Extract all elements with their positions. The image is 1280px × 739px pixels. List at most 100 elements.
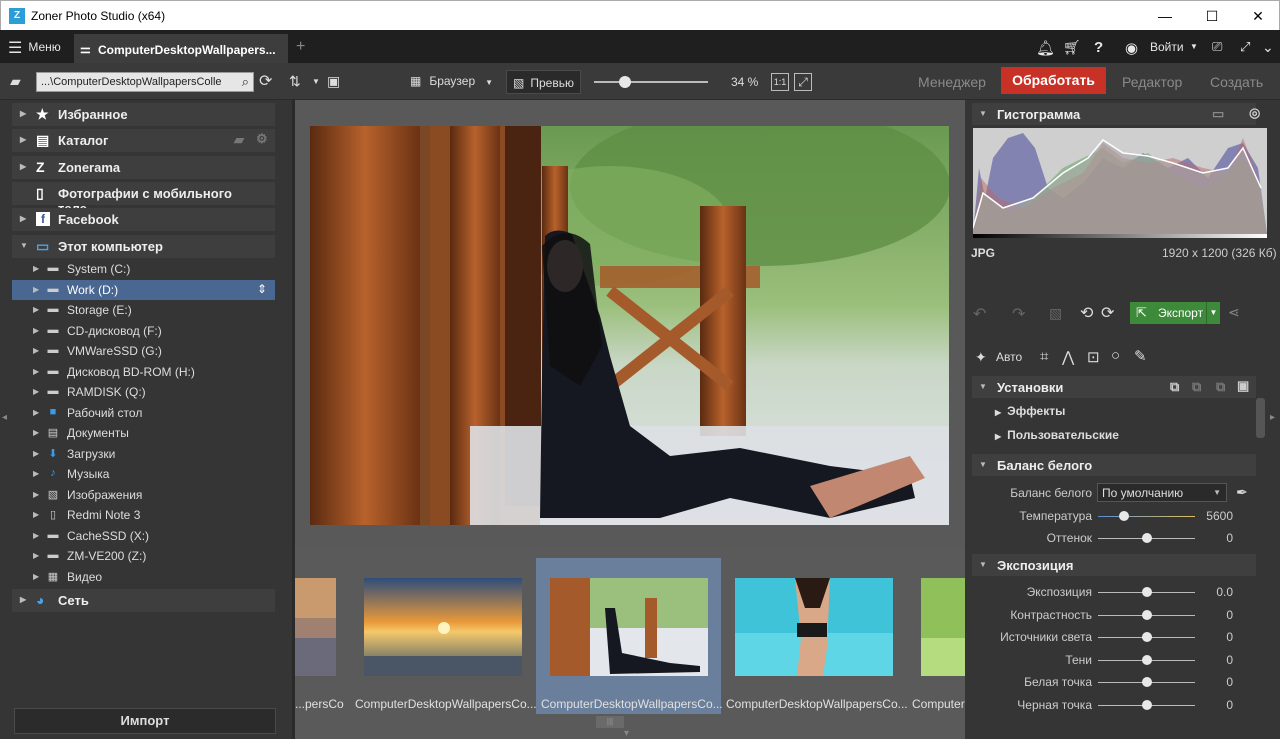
nav-facebook[interactable]: ▶ f Facebook xyxy=(12,208,275,231)
mode-manager[interactable]: Менеджер xyxy=(918,74,986,90)
main-photo[interactable] xyxy=(310,126,949,525)
expand-arrow-icon[interactable]: ▶ xyxy=(33,326,39,335)
compare-icon[interactable]: ▧ xyxy=(1049,305,1062,322)
collapse-arrow-icon[interactable]: ▼ xyxy=(979,560,987,569)
thumbnail-3-selected[interactable] xyxy=(550,578,708,676)
mode-process[interactable]: Обработать xyxy=(1001,67,1106,94)
perspective-icon[interactable]: ⋀ xyxy=(1062,348,1074,366)
thumbnail-1[interactable] xyxy=(295,578,336,676)
fit-screen-button[interactable]: ⤢ xyxy=(794,73,812,91)
path-input[interactable]: ...\ComputerDesktopWallpapersColle ⌕ xyxy=(36,72,254,92)
expand-arrow-icon[interactable]: ▶ xyxy=(33,285,39,294)
drive-item[interactable]: ▶ ▬ Дисковод BD-ROM (H:) xyxy=(12,362,275,382)
nav-catalog[interactable]: ▶ ▤ Каталог ▰ ⚙ xyxy=(12,129,275,152)
collapse-arrow-icon[interactable]: ▼ xyxy=(979,109,987,118)
magic-wand-icon[interactable]: ✦ xyxy=(975,349,987,366)
fullscreen-icon[interactable]: ⤢ xyxy=(1240,39,1250,55)
save-icon[interactable]: ▣ xyxy=(1237,378,1249,394)
circle-icon[interactable]: ○ xyxy=(1111,347,1120,364)
drive-item[interactable]: ▶ ▬ RAMDISK (Q:) xyxy=(12,382,275,402)
rotate-right-icon[interactable]: ⟳ xyxy=(1101,303,1114,323)
auto-button[interactable]: Авто xyxy=(996,350,1022,364)
maximize-button[interactable]: ☐ xyxy=(1189,1,1235,31)
zoom-slider-handle[interactable] xyxy=(618,76,631,88)
share-icon[interactable]: ⋖ xyxy=(1228,304,1240,321)
slider-handle[interactable] xyxy=(1141,587,1152,597)
drive-item[interactable]: ▶ ▯ Redmi Note 3 xyxy=(12,505,275,525)
import-button[interactable]: Импорт xyxy=(14,708,276,734)
export-button[interactable]: ⇱ Экспорт ▼ xyxy=(1130,302,1220,324)
minimize-button[interactable]: — xyxy=(1142,1,1188,31)
presets-custom[interactable]: ▶ Пользовательские xyxy=(995,428,1119,442)
slider-handle[interactable] xyxy=(1141,632,1152,642)
mode-create[interactable]: Создать xyxy=(1210,74,1263,90)
drive-item[interactable]: ▶ ▧ Изображения xyxy=(12,485,275,505)
search-icon[interactable]: ⌕ xyxy=(242,74,249,90)
collapse-arrow-icon[interactable]: ▼ xyxy=(979,460,987,469)
user-icon[interactable]: ◉ xyxy=(1125,39,1138,57)
zoom-slider[interactable] xyxy=(594,81,708,83)
expand-arrow-icon[interactable]: ▶ xyxy=(33,469,39,478)
redo-icon[interactable]: ↷ xyxy=(1012,304,1025,324)
expand-arrow-icon[interactable]: ▶ xyxy=(33,346,39,355)
drive-item[interactable]: ▶ ▬ VMWareSSD (G:) xyxy=(12,341,275,361)
expand-arrow-icon[interactable]: ▶ xyxy=(33,264,39,273)
collapse-right-icon[interactable]: ▸ xyxy=(1270,412,1275,423)
white-balance-header[interactable]: ▼ Баланс белого xyxy=(972,454,1256,476)
paste-icon[interactable]: ⧉ xyxy=(1192,379,1201,395)
expand-arrow-icon[interactable]: ▶ xyxy=(33,408,39,417)
presets-effects[interactable]: ▶ Эффекты xyxy=(995,404,1065,418)
white-balance-select[interactable]: По умолчанию ▼ xyxy=(1097,483,1227,502)
expand-arrow-icon[interactable]: ▶ xyxy=(33,387,39,396)
rotate-left-icon[interactable]: ⟲ xyxy=(1080,303,1093,323)
add-tab-button[interactable]: + xyxy=(296,38,305,56)
reorder-icon[interactable]: ⇕ xyxy=(257,282,267,296)
collapse-left-icon[interactable]: ◂ xyxy=(2,412,7,423)
drive-item[interactable]: ▶ ▬ System (C:) xyxy=(12,259,275,279)
nav-this-computer[interactable]: ▼ ▭ Этот компьютер xyxy=(12,235,275,258)
slider-handle[interactable] xyxy=(1141,654,1152,665)
panel-scrollbar[interactable] xyxy=(1256,398,1265,438)
drive-item[interactable]: ▶ ♪ Музыка xyxy=(12,464,275,484)
drive-item[interactable]: ▶ ▬ CacheSSD (X:) xyxy=(12,526,275,546)
login-button[interactable]: Войти xyxy=(1150,40,1184,54)
actual-size-button[interactable]: 1:1 xyxy=(771,73,789,91)
eyedropper-icon[interactable]: ✒ xyxy=(1236,484,1248,501)
tab-document[interactable]: ⚌ ComputerDesktopWallpapers... xyxy=(74,34,288,63)
new-folder-icon[interactable]: ▣ xyxy=(327,73,340,90)
expand-arrow-icon[interactable]: ▶ xyxy=(33,367,39,376)
duplicate-icon[interactable]: ⧉ xyxy=(1216,379,1225,395)
collapse-arrow-icon[interactable]: ▼ xyxy=(979,382,987,391)
folder-up-icon[interactable]: ▰ xyxy=(10,73,21,90)
slider-handle[interactable] xyxy=(1141,677,1152,687)
chevron-down-icon[interactable]: ▼ xyxy=(1190,42,1198,51)
screen-icon[interactable]: ⎚ xyxy=(1212,39,1222,55)
expand-arrow-icon[interactable]: ▶ xyxy=(33,510,39,519)
drive-item[interactable]: ▶ ▬ CD-дисковод (F:) xyxy=(12,321,275,341)
expand-arrow-icon[interactable]: ▶ xyxy=(33,305,39,314)
expand-arrow-icon[interactable]: ▶ xyxy=(20,162,26,171)
crop-icon[interactable]: ⌗ xyxy=(1040,348,1048,365)
nav-mobile-photos[interactable]: ▯Фотографии с мобильного теле... xyxy=(12,182,275,216)
help-icon[interactable]: ? xyxy=(1094,39,1103,56)
expand-arrow-icon[interactable]: ▶ xyxy=(20,109,26,118)
expand-arrow-icon[interactable]: ▶ xyxy=(33,572,39,581)
menu-button[interactable]: ☰ Меню xyxy=(8,38,61,58)
folder-add-icon[interactable]: ▰ xyxy=(234,132,244,148)
close-button[interactable]: ✕ xyxy=(1235,1,1280,31)
collapse-arrow-icon[interactable]: ▼ xyxy=(20,241,28,250)
browser-dropdown[interactable]: ▦ Браузер ▼ xyxy=(410,74,493,88)
refresh-icon[interactable]: ⟳ xyxy=(259,71,272,91)
slider-handle[interactable] xyxy=(1141,699,1152,710)
chevron-down-icon[interactable]: ⌄ xyxy=(1262,39,1274,56)
cart-icon[interactable]: 🛒︎ xyxy=(1063,39,1081,56)
drive-item[interactable]: ▶ ▬ Storage (E:) xyxy=(12,300,275,320)
undo-icon[interactable]: ↶ xyxy=(973,304,986,324)
thumbnail-5[interactable] xyxy=(921,578,965,676)
drive-item[interactable]: ▶ ⬇ Загрузки xyxy=(12,444,275,464)
expand-arrow-icon[interactable]: ▶ xyxy=(20,595,26,604)
chevron-down-icon[interactable]: ▼ xyxy=(1206,302,1220,324)
collapse-down-icon[interactable]: ▾ xyxy=(624,728,629,739)
drive-item[interactable]: ▶ ▬ Work (D:) ⇕ xyxy=(12,279,275,300)
tint-slider-handle[interactable] xyxy=(1141,533,1152,543)
